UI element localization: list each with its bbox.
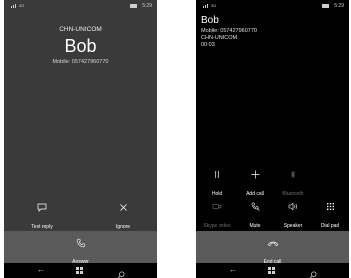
carrier-name: CHN-UNICOM <box>201 35 238 41</box>
ignore-button[interactable]: Ignore <box>103 203 143 233</box>
speaker-label: Speaker <box>283 223 303 229</box>
back-arrow-icon[interactable]: ← <box>37 266 45 274</box>
caller-number: Mobile: 057427960770 <box>52 59 109 65</box>
back-arrow-icon[interactable]: ← <box>229 266 237 274</box>
status-bar: 3G 5:29 <box>4 0 157 12</box>
dial-pad-icon <box>326 203 334 210</box>
end-call-icon <box>267 241 278 247</box>
speaker-button[interactable]: Speaker <box>276 202 310 232</box>
bluetooth-label: Bluetooth <box>282 191 304 197</box>
search-icon[interactable] <box>309 266 317 278</box>
mute-label: Mute <box>249 223 261 229</box>
carrier-name: CHN-UNICOM <box>59 26 102 33</box>
call-duration: 00:03 <box>201 42 215 48</box>
bluetooth-button[interactable]: Bluetooth <box>276 170 310 200</box>
battery-icon <box>322 4 329 8</box>
incoming-call-screen: 3G 5:29 CHN-UNICOM Bob Mobile: 057427960… <box>4 0 157 278</box>
caller-name: Bob <box>64 36 97 56</box>
ignore-label: Ignore <box>115 224 131 230</box>
plus-icon <box>251 170 259 179</box>
mute-icon <box>251 202 260 211</box>
windows-logo-icon[interactable] <box>76 267 83 274</box>
search-icon[interactable] <box>117 266 125 278</box>
hold-label: Hold <box>211 191 223 197</box>
answer-button[interactable]: Answer <box>4 231 157 265</box>
end-call-button[interactable]: End call <box>196 231 349 265</box>
close-icon <box>119 204 127 211</box>
speaker-icon <box>288 202 297 211</box>
text-reply-label: Text reply <box>31 224 53 230</box>
status-time: 5:29 <box>334 3 344 9</box>
caller-name: Bob <box>201 15 219 26</box>
pause-icon <box>215 171 219 178</box>
message-icon <box>37 203 47 212</box>
skype-video-button[interactable]: Skype video <box>200 202 234 232</box>
signal-strength-icon: 3G <box>11 4 24 8</box>
navigation-bar: ← <box>196 263 349 278</box>
hold-button[interactable]: Hold <box>200 170 234 200</box>
skype-video-label: Skype video <box>203 223 231 229</box>
network-type: 3G <box>211 3 217 8</box>
status-time: 5:29 <box>142 3 152 9</box>
dial-pad-label: Dial pad <box>320 223 340 229</box>
mute-button[interactable]: Mute <box>238 202 272 232</box>
add-call-label: Add call <box>246 191 264 197</box>
phone-icon <box>76 238 85 248</box>
signal-strength-icon: 3G <box>203 4 216 8</box>
dial-pad-button[interactable]: Dial pad <box>313 202 347 232</box>
bluetooth-icon <box>290 170 295 179</box>
network-type: 3G <box>19 3 25 8</box>
caller-number: Mobile: 057427960770 <box>201 28 257 34</box>
text-reply-button[interactable]: Text reply <box>22 203 62 233</box>
windows-logo-icon[interactable] <box>268 267 275 274</box>
video-camera-icon <box>212 204 222 209</box>
battery-icon <box>130 4 137 8</box>
navigation-bar: ← <box>4 263 157 278</box>
active-call-screen: 3G 5:29 Bob Mobile: 057427960770 CHN-UNI… <box>196 0 349 278</box>
add-call-button[interactable]: Add call <box>238 170 272 200</box>
status-bar: 3G 5:29 <box>196 0 349 12</box>
